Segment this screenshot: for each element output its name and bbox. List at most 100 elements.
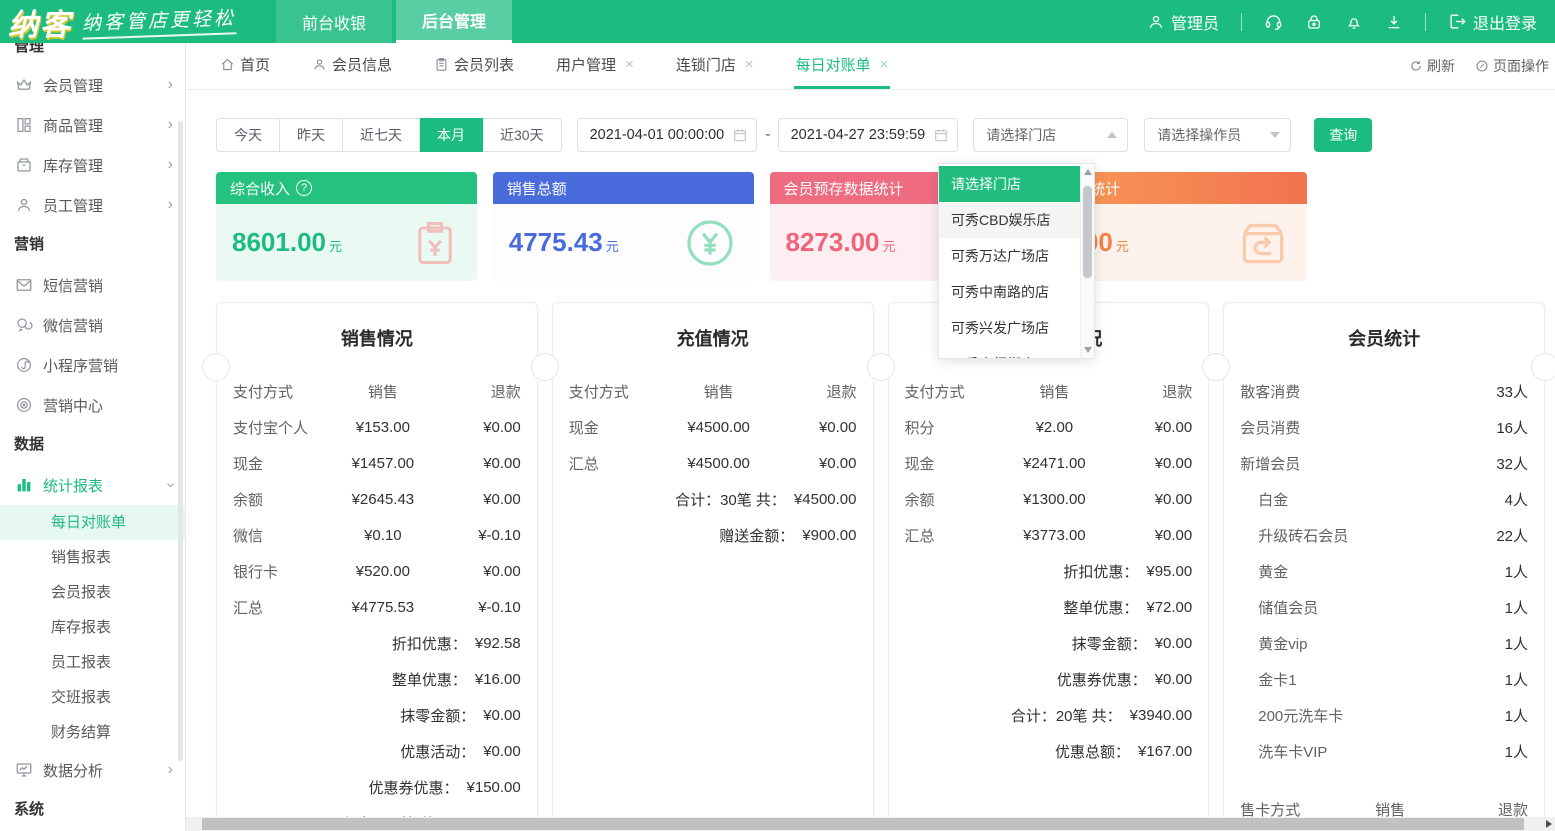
current-user[interactable]: 管理员 (1147, 10, 1219, 34)
card-value: 8601.00 (232, 227, 326, 257)
report-panels: 销售情况 支付方式 销售 退款 支付宝个人 ¥153.00 ¥0.00 现金 ¥… (216, 302, 1545, 831)
table-row: 现金 ¥1457.00 ¥0.00 (233, 445, 521, 481)
sidebar-item-statistic-reports[interactable]: 统计报表 › (0, 465, 185, 505)
sidebar-subitem-sales-report[interactable]: 销售报表 (0, 540, 185, 575)
sidebar-item-wechat-marketing[interactable]: 微信营销 (0, 305, 185, 345)
store-option[interactable]: 可秀兴发广场店 (939, 310, 1080, 346)
summary-row: 折扣优惠： ¥95.00 (905, 553, 1193, 589)
logout-button[interactable]: 退出登录 (1448, 10, 1537, 34)
range-thismonth-button[interactable]: 本月 (420, 118, 483, 152)
sidebar-subitem-shift-report[interactable]: 交班报表 (0, 680, 185, 715)
summary-row: 整单优惠： ¥16.00 (233, 661, 521, 697)
table-row: 余额 ¥1300.00 ¥0.00 (905, 481, 1193, 517)
range-last30days-button[interactable]: 近30天 (483, 118, 562, 152)
tab-member-list[interactable]: 会员列表 (432, 43, 516, 89)
sidebar-item-sms-marketing[interactable]: 短信营销 (0, 265, 185, 305)
scroll-right-icon[interactable] (1546, 820, 1552, 828)
circle-yen-icon (682, 215, 738, 271)
card-value: 4775.43 (509, 227, 603, 257)
store-option[interactable]: 可秀万达广场店 (939, 238, 1080, 274)
sidebar-item-inventory-management[interactable]: 库存管理 › (0, 145, 185, 185)
bell-icon[interactable] (1345, 13, 1363, 31)
store-option[interactable]: 可秀中南路的店 (939, 274, 1080, 310)
lock-icon[interactable] (1305, 13, 1323, 31)
summary-row: 整单优惠： ¥72.00 (905, 589, 1193, 625)
table-row: 现金 ¥4500.00 ¥0.00 (569, 409, 857, 445)
sidebar-section-data: 数据 (0, 425, 185, 465)
sidebar-item-goods-management[interactable]: 商品管理 › (0, 105, 185, 145)
target-icon (14, 396, 34, 414)
tab-home[interactable]: 首页 (218, 43, 272, 89)
scroll-up-icon[interactable] (1084, 169, 1092, 175)
recharge-summary: 合计：30笔 共： ¥4500.00 赠送金额： ¥900.00 (569, 481, 857, 553)
scrollbar-thumb[interactable] (202, 818, 1524, 830)
store-option[interactable]: 可秀CBD娱乐店 (939, 202, 1080, 238)
dropdown-scrollbar[interactable] (1080, 164, 1094, 358)
panel-columns: 支付方式 销售 退款 (233, 373, 521, 409)
inventory-box-icon (14, 156, 34, 174)
sidebar-item-member-management[interactable]: 会员管理 › (0, 65, 185, 105)
close-icon[interactable]: × (625, 56, 634, 73)
operator-select[interactable]: 请选择操作员 (1144, 118, 1291, 152)
summary-row: 折扣优惠： ¥92.58 (233, 625, 521, 661)
chevron-down-icon: › (161, 482, 179, 487)
query-button[interactable]: 查询 (1314, 118, 1372, 152)
sidebar-scrollbar[interactable] (178, 121, 183, 761)
sidebar-item-marketing-center[interactable]: 营销中心 (0, 385, 185, 425)
sidebar-subitem-staff-report[interactable]: 员工报表 (0, 645, 185, 680)
refresh-button[interactable]: 刷新 (1409, 56, 1455, 76)
start-date-input[interactable]: 2021-04-01 00:00:00 (577, 118, 758, 152)
range-today-button[interactable]: 今天 (216, 118, 280, 152)
close-icon[interactable]: × (745, 56, 754, 73)
range-last7days-button[interactable]: 近七天 (343, 118, 420, 152)
nav-front-cashier[interactable]: 前台收银 (276, 0, 392, 43)
wechat-icon (14, 316, 34, 334)
store-select[interactable]: 请选择门店 (973, 118, 1128, 152)
nav-backend-admin[interactable]: 后台管理 (396, 0, 512, 43)
calendar-icon (933, 127, 949, 143)
app-screen: 纳客 纳客管店更轻松 前台收银 后台管理 管理员 退出登录 管理 (0, 0, 1555, 831)
store-option[interactable]: 可秀步行街店 (939, 346, 1080, 359)
sidebar-item-miniprogram-marketing[interactable]: 小程序营销 (0, 345, 185, 385)
download-icon[interactable] (1385, 13, 1403, 31)
tab-user-management[interactable]: 用户管理 × (554, 43, 636, 89)
logout-icon (1448, 12, 1467, 31)
sidebar-item-staff-management[interactable]: 员工管理 › (0, 185, 185, 225)
tab-chain-stores[interactable]: 连锁门店 × (674, 43, 756, 89)
bar-chart-icon (14, 476, 34, 494)
page-ops-button[interactable]: 页面操作 (1475, 56, 1549, 76)
summary-row: 合计：30笔 共： ¥4500.00 (569, 481, 857, 517)
table-row: 汇总 ¥4500.00 ¥0.00 (569, 445, 857, 481)
support-headset-icon[interactable] (1264, 12, 1283, 31)
tab-member-info[interactable]: 会员信息 (310, 43, 394, 89)
count-consume-panel: 计次消费情况 支付方式 销售 退款 积分 ¥2.00 ¥0.00 现金 ¥247… (888, 302, 1210, 831)
summary-row: 赠送金额： ¥900.00 (569, 517, 857, 553)
sidebar-subitem-member-report[interactable]: 会员报表 (0, 575, 185, 610)
list-item: 金卡1 1人 (1240, 661, 1528, 697)
table-row: 银行卡 ¥520.00 ¥0.00 (233, 553, 521, 589)
sidebar-subitem-daily-statement[interactable]: 每日对账单 (0, 505, 185, 540)
scroll-down-icon[interactable] (1084, 347, 1092, 353)
top-nav: 前台收银 后台管理 (276, 0, 516, 43)
scrollbar-thumb[interactable] (1083, 186, 1092, 278)
range-yesterday-button[interactable]: 昨天 (280, 118, 343, 152)
panel-notch (1202, 353, 1230, 381)
help-icon[interactable]: ? (296, 180, 312, 196)
table-row: 汇总 ¥4775.53 ¥-0.10 (233, 589, 521, 625)
chevron-right-icon: › (168, 761, 173, 779)
sidebar-subitem-inventory-report[interactable]: 库存报表 (0, 610, 185, 645)
close-icon[interactable]: × (880, 56, 889, 73)
list-item: 新增会员 32人 (1240, 445, 1528, 481)
end-date-input[interactable]: 2021-04-27 23:59:59 (778, 118, 959, 152)
store-option-selected[interactable]: 请选择门店 (939, 166, 1080, 202)
list-item: 黄金vip 1人 (1240, 625, 1528, 661)
list-item: 200元洗车卡 1人 (1240, 697, 1528, 733)
sidebar-subitem-finance-settlement[interactable]: 财务结算 (0, 715, 185, 750)
horizontal-scrollbar[interactable] (186, 817, 1555, 831)
sales-panel: 销售情况 支付方式 销售 退款 支付宝个人 ¥153.00 ¥0.00 现金 ¥… (216, 302, 538, 831)
member-rows: 散客消费 33人 会员消费 16人 新增会员 32人 白金 4人 升级砖石会员 … (1240, 373, 1528, 769)
sidebar-item-data-analysis[interactable]: 数据分析 › (0, 750, 185, 790)
summary-row: 抹零金额： ¥0.00 (233, 697, 521, 733)
tab-daily-statement[interactable]: 每日对账单 × (794, 43, 891, 89)
sales-summary: 折扣优惠： ¥92.58 整单优惠： ¥16.00 抹零金额： ¥0.00 优惠… (233, 625, 521, 831)
